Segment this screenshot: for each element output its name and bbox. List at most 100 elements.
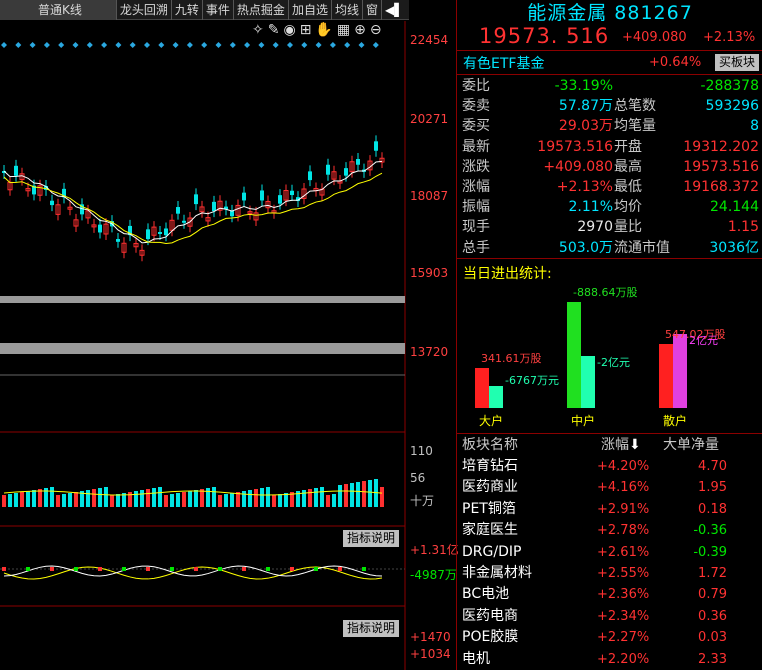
event-diamond-icon[interactable] <box>301 42 308 48</box>
hand-icon[interactable]: ✋ <box>315 22 332 40</box>
header-pct[interactable]: 涨幅⬇ <box>601 434 641 456</box>
event-diamond-icon[interactable] <box>29 42 36 48</box>
table-row[interactable]: 培育钻石 +4.20% 4.70 <box>457 456 762 478</box>
tab-normal-kline[interactable]: 普通K线 <box>0 0 117 20</box>
event-diamond-icon[interactable] <box>315 42 322 48</box>
indicator-dot <box>314 567 318 571</box>
tab-nine-turn[interactable]: 九转 <box>172 0 203 20</box>
table-row[interactable]: POE胶膜 +2.27% 0.03 <box>457 627 762 649</box>
indicator-dot <box>242 567 246 571</box>
quote-label: 振幅 <box>462 199 490 216</box>
tab-hotspot[interactable]: 热点掘金 <box>234 0 289 20</box>
event-diamond-icon[interactable] <box>115 42 122 48</box>
grid-icon[interactable]: ▦ <box>337 22 350 40</box>
sector-name: 医药商业 <box>462 479 518 496</box>
buy-board-button[interactable]: 买板块 <box>715 54 759 71</box>
flow-out-bar <box>581 356 595 408</box>
sector-name: BC电池 <box>462 586 510 603</box>
eye-icon[interactable]: ◉ <box>283 22 295 40</box>
volume-bar <box>26 491 30 507</box>
indicator-dot <box>98 567 102 571</box>
volume-bar <box>134 491 138 507</box>
event-diamond-icon[interactable] <box>129 42 136 48</box>
table-row[interactable]: 医药电商 +2.34% 0.36 <box>457 606 762 628</box>
tab-leader-review[interactable]: 龙头回溯 <box>117 0 172 20</box>
table-row[interactable]: BC电池 +2.36% 0.79 <box>457 584 762 606</box>
event-diamond-icon[interactable] <box>86 42 93 48</box>
flow-out-label: -2亿元 <box>597 356 630 369</box>
quote-value: 57.87万 <box>558 98 613 115</box>
indicator-dot <box>266 567 270 571</box>
event-diamond-icon[interactable] <box>144 42 150 48</box>
pen-icon[interactable]: ✎ <box>268 22 280 40</box>
event-diamond-icon[interactable] <box>72 42 79 48</box>
quote-label: 涨幅 <box>462 179 490 195</box>
volume-bar <box>188 491 192 507</box>
indicator-dot <box>2 567 6 571</box>
event-diamond-icon[interactable] <box>215 42 222 48</box>
event-diamond-icon[interactable] <box>272 42 279 48</box>
plus-circle-icon[interactable]: ⊕ <box>354 22 366 40</box>
table-row[interactable]: 非金属材料 +2.55% 1.72 <box>457 563 762 585</box>
indicator-axis-label: -4987万 <box>410 568 457 582</box>
quote-label: 开盘 <box>614 138 642 155</box>
gift-icon[interactable]: ⊞ <box>300 22 312 40</box>
quote-label: 均笔量 <box>614 118 656 135</box>
event-diamond-icon[interactable] <box>358 42 365 48</box>
volume-bar <box>176 493 180 507</box>
event-diamond-icon[interactable] <box>158 42 165 48</box>
event-markers <box>1 42 379 48</box>
quote-row: 振幅 2.11% 均价 24.144 <box>457 197 762 217</box>
table-row[interactable]: 家庭医生 +2.78% -0.36 <box>457 520 762 542</box>
etf-name[interactable]: 有色ETF基金 <box>463 53 544 73</box>
quote-value: 3036亿 <box>709 239 759 256</box>
event-diamond-icon[interactable] <box>15 42 22 48</box>
tab-window[interactable]: 窗 <box>363 0 382 20</box>
add-watchlist-button[interactable]: 加自选 <box>289 0 332 20</box>
chart-tools: ✧ ✎ ◉ ⊞ ✋ ▦ ⊕ ⊖ <box>252 22 402 40</box>
indicator-dot <box>338 567 342 571</box>
event-diamond-icon[interactable] <box>58 42 65 48</box>
event-diamond-icon[interactable] <box>201 42 208 48</box>
header-name[interactable]: 板块名称 <box>462 434 518 456</box>
event-diamond-icon[interactable] <box>186 42 193 48</box>
volume-unit-label: 十万 <box>410 494 435 508</box>
collapse-icon[interactable]: ◀▌ <box>382 0 406 20</box>
table-row[interactable]: PET铜箔 +2.91% 0.18 <box>457 499 762 521</box>
table-row[interactable]: 电机 +2.20% 2.33 <box>457 649 762 670</box>
table-row[interactable]: DRG/DIP +2.61% -0.39 <box>457 542 762 564</box>
flow-group-name: 中户 <box>571 413 595 428</box>
event-diamond-icon[interactable] <box>1 42 7 48</box>
event-diamond-icon[interactable] <box>344 42 351 48</box>
volume-bar <box>308 489 312 507</box>
sort-down-icon[interactable]: ⬇ <box>629 437 641 453</box>
event-diamond-icon[interactable] <box>101 42 108 48</box>
sector-net: 2.33 <box>698 651 727 667</box>
event-diamond-icon[interactable] <box>329 42 336 48</box>
event-diamond-icon[interactable] <box>244 42 251 48</box>
stock-code: 881267 <box>614 2 693 24</box>
event-diamond-icon[interactable] <box>258 42 265 48</box>
minus-circle-icon[interactable]: ⊖ <box>370 22 382 40</box>
sector-net: -0.39 <box>693 544 727 560</box>
event-diamond-icon[interactable] <box>43 42 50 48</box>
quote-row: 委比 -33.19% -288378 <box>457 76 762 96</box>
event-diamond-icon[interactable] <box>372 42 379 48</box>
tab-moving-average[interactable]: 均线 <box>332 0 363 20</box>
event-diamond-icon[interactable] <box>172 42 179 48</box>
quote-label: 最高 <box>614 158 642 175</box>
flow-in-label: 341.61万股 <box>481 352 542 365</box>
event-diamond-icon[interactable] <box>287 42 293 48</box>
magic-icon[interactable]: ✧ <box>252 22 264 40</box>
volume-bar <box>266 487 270 507</box>
sector-pct: +2.61% <box>597 544 650 560</box>
indicator-note-button[interactable]: 指标说明 <box>343 530 400 547</box>
tab-events[interactable]: 事件 <box>203 0 234 20</box>
event-diamond-icon[interactable] <box>229 42 236 48</box>
candle-body <box>50 200 54 206</box>
indicator-dot <box>194 567 198 571</box>
kline-chart[interactable] <box>0 21 409 670</box>
table-row[interactable]: 医药商业 +4.16% 1.95 <box>457 477 762 499</box>
header-net[interactable]: 大单净量 <box>663 434 719 456</box>
indicator-note-button[interactable]: 指标说明 <box>343 620 400 637</box>
